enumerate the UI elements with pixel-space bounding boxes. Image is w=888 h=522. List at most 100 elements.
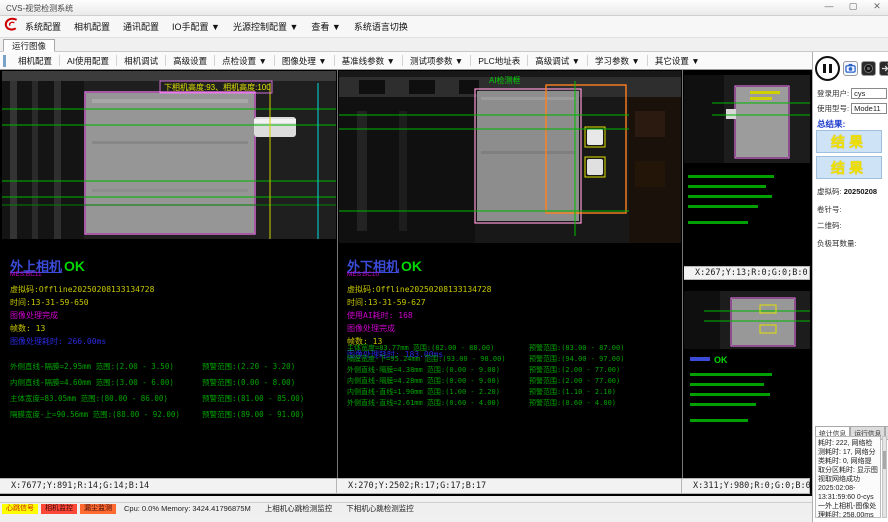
login-user-label: 登录用户: (817, 88, 849, 99)
toolbar: 相机配置 AI使用配置 相机调试 高级设置 点检设置 ▼ 图像处理 ▼ 基准线参… (0, 52, 888, 70)
measurement-row: 外侧直线-直线=2.61mm 范围:(0.60 - 4.00)预警范围:(0.6… (347, 398, 677, 409)
window-title: CVS-视觉检测系统 (6, 3, 73, 14)
middle-measurements: 主体宽度=83.77mm 范围:(82.00 - 88.00)预警范围:(83.… (347, 343, 677, 409)
bottom-status-bar: 心跳信号 相机监控 漏尘监测 Cpu: 0.0% Memory: 3424.41… (0, 502, 812, 514)
measurement-row: 内侧直线-直线=1.90mm 范围:(1.00 - 2.20)预警范围:(1.1… (347, 387, 677, 398)
mini-title-mark (690, 357, 710, 361)
qr-code-field: 二维码: (817, 220, 887, 231)
coords-right-top: X:267;Y:13;R:0;G:0;B:0 (684, 266, 810, 280)
process-time: 图像处理耗时: 266.00ms (10, 335, 154, 348)
battery-cell-region (732, 299, 794, 345)
heartbeat-badge: 心跳信号 (2, 504, 38, 514)
middle-camera-panel[interactable]: AI检测框 外下相机OK MES:BC10 虚拟码:Offline2025020… (339, 71, 681, 478)
result-box-2: 结果 (816, 156, 882, 179)
menu-comm-config[interactable]: 通讯配置 (123, 20, 159, 33)
process-done: 图像处理完成 (10, 309, 154, 322)
tool-other-settings[interactable]: 其它设置 ▼ (648, 55, 707, 67)
app-window: CVS-视觉检测系统 — ▢ ✕ 系统配置 相机配置 通讯配置 IO手配置 ▼ … (0, 0, 888, 522)
log-output: 耗时: 222, 网络检测耗时: 17, 网络分类耗时: 0, 网络提取分区耗时… (815, 436, 881, 518)
menu-system-config[interactable]: 系统配置 (25, 20, 61, 33)
tab-strip: 运行图像 (0, 38, 888, 52)
model-row: 使用型号: Mode11 (817, 103, 887, 114)
tool-camera-config[interactable]: 相机配置 (11, 55, 59, 67)
coords-left: X:7677;Y:891;R:14;G:14;B:14 (0, 478, 337, 494)
mini-text-line (688, 175, 774, 178)
pause-button[interactable] (815, 56, 840, 81)
timestamp: 时间:13-31-59-650 (10, 296, 154, 309)
left-camera-photo: 下相机高度:93、相机高度:100 (2, 71, 336, 239)
menu-light-config[interactable]: 光源控制配置 ▼ (233, 20, 298, 33)
toolbar-accent (3, 55, 6, 67)
tab-highlight (587, 129, 603, 145)
mini-text-line (690, 373, 772, 376)
tool-plc-address[interactable]: PLC地址表 (471, 55, 527, 67)
cpu-memory-status: Cpu: 0.0% Memory: 3424.41796875M (124, 504, 251, 513)
maximize-icon[interactable]: ▢ (846, 1, 860, 12)
left-camera-subtitle: MES:BC11 (10, 271, 42, 278)
app-logo-icon (4, 17, 19, 37)
right-bottom-thumbnail-panel[interactable]: OK (684, 281, 810, 478)
result-box-1: 结果 (816, 130, 882, 153)
menu-camera-config[interactable]: 相机配置 (74, 20, 110, 33)
left-photo-label: 下相机高度:93、相机高度:100 (164, 82, 271, 92)
tool-ai-usage-config[interactable]: AI使用配置 (60, 55, 116, 67)
menu-view[interactable]: 查看 ▼ (311, 20, 340, 33)
exit-icon[interactable] (879, 61, 888, 76)
minimize-icon[interactable]: — (822, 1, 836, 12)
main-view: 下相机高度:93、相机高度:100 外上相机OK MES:BC11 虚拟码:Of… (0, 70, 812, 496)
tool-advanced-debug[interactable]: 高级调试 ▼ (528, 55, 587, 67)
measurement-row: 外侧直线-隔膜=4.38mm 范围:(0.00 - 9.00)预警范围:(2.0… (347, 365, 677, 376)
tab-count-field: 负极耳数量: (817, 238, 887, 249)
virtual-code-field: 虚拟码: 20250208 (817, 186, 887, 197)
ai-time: 使用AI耗时: 168 (347, 309, 491, 322)
total-result-label: 总结果: (817, 118, 845, 130)
panel-separator (682, 70, 683, 478)
model-field[interactable]: Mode11 (851, 103, 887, 114)
left-camera-info: 虚拟码:Offline20250208133134728 时间:13-31-59… (10, 283, 154, 348)
close-icon[interactable]: ✕ (870, 1, 884, 12)
tool-camera-debug[interactable]: 相机调试 (117, 55, 165, 67)
thumbnail-result: OK (714, 355, 728, 365)
camera-badge-icon[interactable] (843, 61, 858, 76)
measurement-row: 主体宽度=83.05mm 范围:(80.00 - 86.00)预警范围:(81.… (10, 393, 332, 409)
tool-baseline-params[interactable]: 基准线参数 ▼ (335, 55, 402, 67)
tab-highlight (587, 159, 603, 175)
measurement-row: 主体宽度=83.77mm 范围:(82.00 - 88.00)预警范围:(83.… (347, 343, 677, 354)
model-label: 使用型号: (817, 103, 849, 114)
title-bar: CVS-视觉检测系统 — ▢ ✕ (0, 0, 888, 16)
window-controls: — ▢ ✕ (822, 1, 884, 12)
upper-camera-heartbeat-monitor: 上相机心跳检测监控 (265, 503, 333, 514)
tool-image-processing[interactable]: 图像处理 ▼ (275, 55, 334, 67)
tool-advanced-settings[interactable]: 高级设置 (166, 55, 214, 67)
tab-run-image[interactable]: 运行图像 (3, 39, 55, 52)
process-done: 图像处理完成 (347, 322, 491, 335)
tool-learning-params[interactable]: 学习参数 ▼ (588, 55, 647, 67)
frame-count: 帧数: 13 (10, 322, 154, 335)
menu-io-config[interactable]: IO手配置 ▼ (172, 20, 220, 33)
lower-camera-heartbeat-monitor: 下相机心跳检测监控 (346, 503, 414, 514)
coords-right-bottom: X:311;Y:980;R:0;G:0;B:0 (682, 478, 810, 494)
winding-pin-field: 卷针号: (817, 204, 887, 215)
camera-monitor-badge: 相机监控 (41, 504, 77, 514)
login-user-field[interactable]: cys (851, 88, 887, 99)
measurement-row: 外侧直线-隔膜=2.95mm 范围:(2.00 - 3.50)预警范围:(2.2… (10, 361, 332, 377)
tool-spot-check[interactable]: 点检设置 ▼ (215, 55, 274, 67)
middle-camera-photo: AI检测框 (339, 71, 681, 243)
middle-camera-subtitle: MES:BC10 (347, 271, 379, 278)
camera-result: OK (401, 258, 422, 274)
right-top-thumbnail-panel[interactable] (684, 71, 810, 266)
virtual-code: 虚拟码:Offline20250208133134728 (10, 283, 154, 296)
lens-icon[interactable] (861, 61, 876, 76)
panel-separator (337, 70, 338, 478)
left-camera-panel[interactable]: 下相机高度:93、相机高度:100 外上相机OK MES:BC11 虚拟码:Of… (2, 71, 336, 478)
camera-result: OK (64, 258, 85, 274)
right-top-photo (684, 71, 810, 266)
menu-bar: 系统配置 相机配置 通讯配置 IO手配置 ▼ 光源控制配置 ▼ 查看 ▼ 系统语… (0, 16, 888, 38)
menu-language-switch[interactable]: 系统语言切换 (354, 20, 408, 33)
virtual-code: 虚拟码:Offline20250208133134728 (347, 283, 491, 296)
tool-test-params[interactable]: 测试项参数 ▼ (403, 55, 470, 67)
battery-cell-region (477, 91, 579, 221)
log-scrollbar[interactable] (882, 436, 887, 518)
login-user-row: 登录用户: cys (817, 88, 887, 99)
measurement-row: 内侧直线-隔膜=4.60mm 范围:(3.00 - 6.00)预警范围:(0.0… (10, 377, 332, 393)
